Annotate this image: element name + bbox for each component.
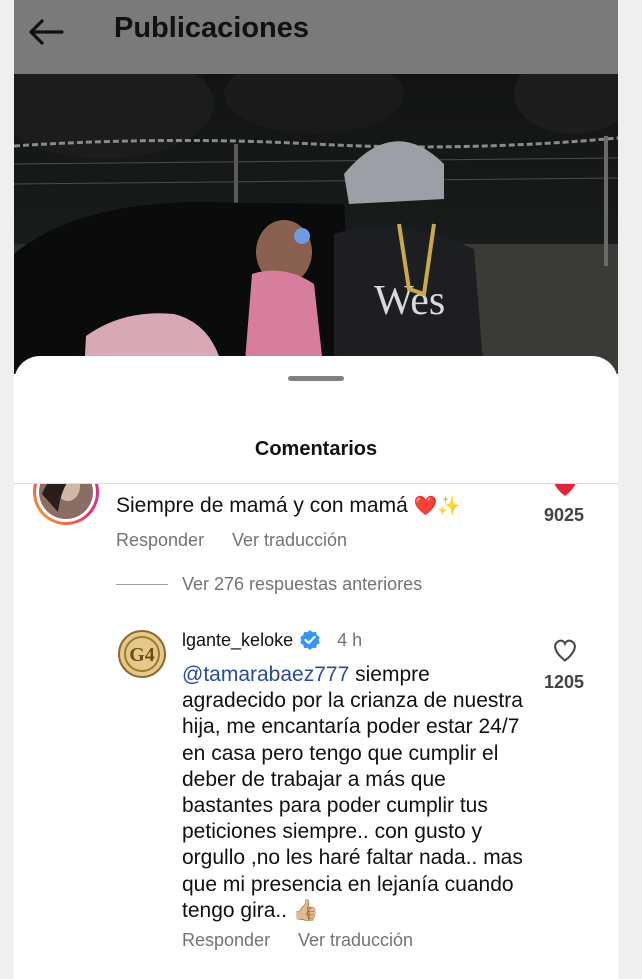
translate-link[interactable]: Ver traducción [232, 530, 347, 551]
like-count: 1205 [544, 672, 585, 692]
top-bar [14, 0, 618, 74]
translate-link[interactable]: Ver traducción [298, 930, 413, 951]
reply-text: @tamarabaez777 siempre agradecido por la… [182, 663, 529, 922]
post-photo[interactable]: Wes [14, 74, 618, 374]
reply-button[interactable]: Responder [116, 530, 204, 551]
reply-button[interactable]: Responder [182, 930, 270, 951]
sheet-title: Comentarios [254, 438, 378, 460]
page-title: Publicaciones [114, 12, 310, 44]
photo-image: Wes [14, 74, 618, 374]
like-heart-icon[interactable] [552, 639, 578, 663]
comment-header: lgante_keloke 4 h [182, 629, 362, 651]
comments-sheet: Comentarios Siempre de mamá y con mamá ❤… [14, 356, 618, 979]
verified-badge-icon [300, 630, 320, 650]
comment-text: Siempre de mamá y con mamá ❤️✨ [116, 494, 461, 517]
mention-link[interactable]: @tamarabaez777 [182, 663, 349, 686]
like-count: 9025 [544, 505, 585, 525]
replies-divider [116, 584, 168, 585]
username[interactable]: lgante_keloke [182, 630, 293, 651]
avatar[interactable]: G4 [118, 630, 166, 678]
back-button[interactable] [26, 14, 66, 50]
comments-list[interactable]: Siempre de mamá y con mamá ❤️✨ 9025 Resp… [14, 484, 618, 979]
view-previous-replies-button[interactable]: Ver 276 respuestas anteriores [182, 574, 422, 595]
avatar[interactable] [32, 484, 100, 528]
arrow-left-icon [29, 19, 64, 45]
timestamp: 4 h [337, 629, 363, 650]
drag-handle[interactable] [288, 376, 344, 381]
like-heart-icon[interactable] [551, 484, 579, 498]
svg-text:G4: G4 [129, 644, 155, 666]
